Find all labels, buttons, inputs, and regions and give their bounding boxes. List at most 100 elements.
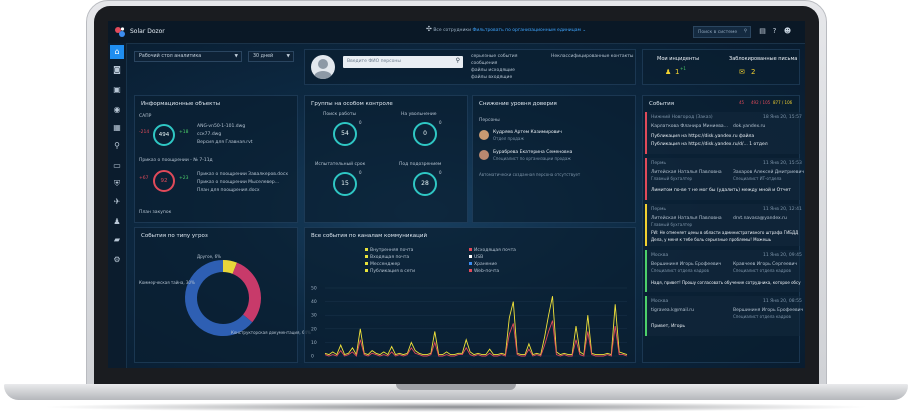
help-icon[interactable]: ? [770, 27, 779, 36]
trust-panel: Снижение уровня доверия Персоны Кудряев … [472, 95, 636, 223]
event-card[interactable]: Москва 11 Янв 20, 09:45 Вершининя Игорь … [645, 250, 802, 292]
legend-item[interactable]: USB [469, 255, 483, 260]
org-filter[interactable]: ✣ Все сотрудники Фильтровать по организа… [426, 25, 586, 33]
event-from: Вершининя Игорь Ерофеевич [651, 262, 722, 267]
threat-types-panel: События по типу угроз Другое, 6% Коммерч… [134, 227, 311, 363]
event-subject: Привет, Игорь [651, 324, 686, 329]
event-group: Пермь [651, 207, 667, 212]
channels-title: Все события по каналам коммуникаций [311, 233, 428, 239]
sidebar-search-icon[interactable]: ⚲ [110, 139, 124, 153]
period-select[interactable]: 30 дней ▼ [248, 51, 294, 62]
sidebar-monitor-icon[interactable]: ▭ [110, 159, 124, 173]
search-icon: ⚲ [743, 29, 747, 34]
legend-item[interactable]: Внутренняя почта [365, 248, 413, 253]
event-card[interactable]: Москва 11 Янв 20, 08:55 tigravea.k@mail.… [645, 296, 803, 336]
user-menu-icon[interactable]: ☻ [783, 27, 792, 36]
sidebar-book-icon[interactable]: ▰ [110, 233, 124, 247]
sidebar-shield-icon[interactable]: ⛨ [110, 177, 124, 191]
info-objects-title: Информационные объекты [141, 101, 221, 107]
donut-slice-1[interactable] [232, 262, 261, 323]
avatar [311, 55, 335, 79]
nav-title: Все сотрудники [433, 28, 472, 33]
event-text: Дела, у меня к тебе боль серьезные пробл… [651, 237, 772, 242]
event-role-from: Специалист отдела кадров [651, 268, 709, 273]
legend-item[interactable]: Хранение [469, 262, 497, 267]
group-value: 0 [423, 130, 427, 137]
watch-groups-panel: Группы на особом контроле Поиск работы 5… [304, 95, 468, 223]
info-ring-2[interactable]: 92 [153, 170, 175, 192]
threat-donut-chart [185, 260, 261, 336]
file-item[interactable]: ANG-vn50-1-101.dwg [197, 124, 245, 129]
group-label: Поиск работы [323, 112, 357, 117]
person-role: Специалист по организации продаж [493, 156, 571, 161]
workspace-select[interactable]: Рабочий стол аналитика ▼ [134, 51, 242, 62]
person-search-input[interactable]: Введите ФИО персоны ⚲ [343, 56, 463, 68]
event-card[interactable]: Пермь 11 Янв 20, 15:53 Литейская Наталья… [645, 158, 804, 200]
sidebar-inbox-icon[interactable]: ▣ [110, 83, 124, 97]
legend-item[interactable]: Мессенджер [365, 262, 400, 267]
stat-files-out: файлы исходящие [471, 68, 515, 73]
incident-person-icon: ♟ [665, 68, 672, 76]
info-objects-panel: Информационные объекты САПР -214 494 +18… [134, 95, 298, 223]
info-footer: План закупок [139, 210, 172, 215]
file-item[interactable]: сск77.dwg [197, 132, 221, 137]
legend-item[interactable]: Публикация в сети [365, 269, 415, 274]
events-panel: События 45 492 / 105 877 / 106 Нижний Но… [642, 95, 804, 363]
event-from: Литейская Наталья Павловна [651, 170, 722, 175]
trust-person[interactable]: Бурабрева Екатерина Семеновна Специалист… [479, 150, 629, 164]
period-value: 30 дней [253, 54, 274, 59]
events-red-count: 45 [739, 100, 745, 105]
sidebar-user-icon[interactable]: ♟ [110, 215, 124, 229]
legend-item[interactable]: Web-почта [469, 269, 499, 274]
y-tick-label: 10 [311, 340, 317, 346]
system-search-input[interactable]: Поиск в системе ⚲ [693, 26, 751, 38]
donut-slice-0[interactable] [222, 260, 237, 274]
info-ring-1[interactable]: 494 [153, 124, 175, 146]
sidebar-plane-icon[interactable]: ✈ [110, 195, 124, 209]
event-card[interactable]: Нижний Новгород (Заказ) 18 Янв 20, 15:57… [645, 112, 802, 154]
laptop-notch [396, 384, 516, 390]
event-from: Литейская Наталья Павловна [651, 216, 722, 221]
event-group: Москва [651, 299, 669, 304]
sidebar-settings-icon[interactable]: ⚙ [110, 253, 124, 267]
y-tick-label: 20 [311, 326, 317, 332]
file-item[interactable]: План для поощрения.docx [197, 188, 260, 193]
sidebar-globe-icon[interactable]: ◉ [110, 103, 124, 117]
y-tick-label: 40 [311, 299, 317, 305]
event-card[interactable]: Пермь 11 Янв 20, 12:41 Литейская Наталья… [645, 204, 802, 246]
legend-item[interactable]: Входящая почта [365, 255, 409, 260]
events-title: События [649, 101, 675, 107]
group-card[interactable]: Испытательный срок 15 0 [315, 162, 375, 208]
series-line-0 [324, 296, 628, 356]
info-section-2: Приказ о поощрении - № 7-11д [139, 158, 213, 163]
event-date: 11 Янв 20, 08:55 [763, 299, 802, 304]
sidebar-home-icon[interactable]: ⌂ [110, 45, 124, 59]
sidebar-camera-icon[interactable]: ◙ [110, 63, 124, 77]
workspace-value: Рабочий стол аналитика [139, 54, 202, 59]
event-text: Публикация на https://disk.yandex.ru/d/.… [651, 142, 768, 147]
trust-person[interactable]: Кудряев Артем Казимирович Отдел продаж [479, 130, 629, 144]
group-badge: 0 [359, 170, 362, 175]
person-search-placeholder: Введите ФИО персоны [347, 59, 401, 64]
blocked-mail-icon: ✉ [739, 68, 745, 76]
group-badge: 0 [439, 120, 442, 125]
contacts-label: Неклассифицированные контакты [551, 54, 634, 59]
document-icon[interactable]: ▤ [758, 27, 767, 36]
group-ring: 0 [413, 122, 437, 146]
person-role: Отдел продаж [493, 136, 524, 141]
event-group: Пермь [651, 161, 667, 166]
file-item[interactable]: Приказ о поощрении Завалкеров.docx [197, 172, 288, 177]
blocked-value: 2 [751, 68, 756, 76]
group-card[interactable]: На увольнение 0 0 [395, 112, 455, 158]
incidents-panel[interactable]: Мои инциденты ♟ 1 +1 Заблокированные пис… [642, 49, 800, 85]
channels-line-chart: 50 40 30 20 10 0 [311, 286, 628, 360]
sidebar-calendar-icon[interactable]: ▦ [110, 121, 124, 135]
group-card[interactable]: Под подозрением 28 0 [395, 162, 455, 208]
file-item[interactable]: Приказ о поощрении Мыселевер... [197, 180, 279, 185]
legend-item[interactable]: Исходящая почта [469, 248, 516, 253]
group-card[interactable]: Поиск работы 54 0 [315, 112, 375, 158]
event-role-to: Специалист ИТ-отдела [733, 176, 782, 181]
brand-name: Solar Dozor [130, 28, 165, 35]
event-group: Москва [651, 253, 669, 258]
file-item[interactable]: Версия для Главная.rvt [197, 140, 253, 145]
